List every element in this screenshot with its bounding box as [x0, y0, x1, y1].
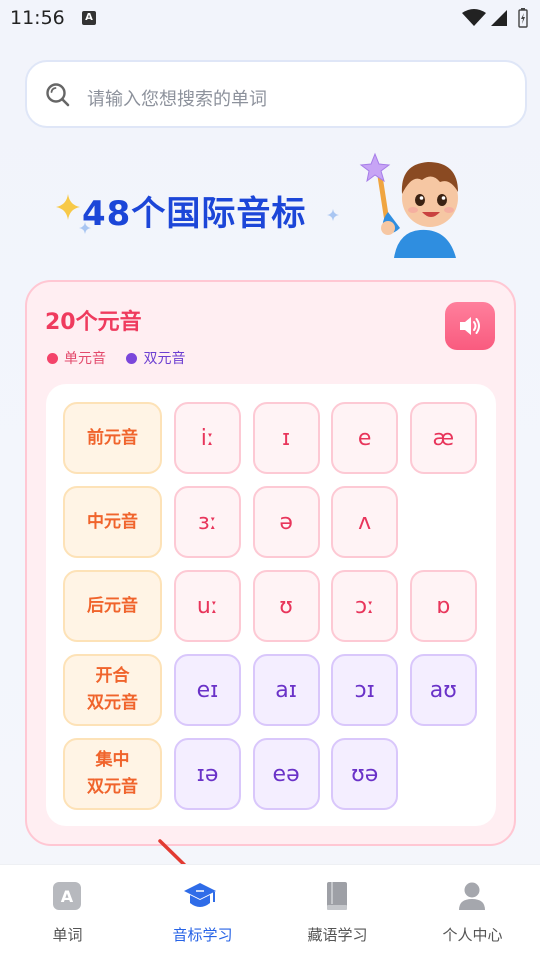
phonetic-symbol-button[interactable]: ɪ: [252, 402, 320, 474]
word-icon: A: [53, 882, 81, 910]
phonetic-symbol-button[interactable]: ɪə: [174, 738, 241, 810]
graduation-cap-icon: [184, 883, 216, 907]
phonetic-symbol-button[interactable]: e: [331, 402, 399, 474]
vowel-category-label: 集中 双元音: [63, 738, 162, 810]
speaker-button[interactable]: [445, 302, 495, 350]
phonetic-symbol-button[interactable]: ʌ: [331, 486, 399, 558]
book-icon: [327, 882, 347, 910]
legend-item-monophthong: 单元音: [47, 348, 106, 368]
vowel-category-text: 前元音: [87, 427, 138, 448]
speaker-icon: [460, 317, 480, 335]
legend: 单元音 双元音: [47, 348, 201, 368]
phonetic-symbol-button[interactable]: ɔɪ: [331, 654, 399, 726]
vowel-category-label: 后元音: [63, 570, 162, 642]
wifi-icon: [462, 9, 486, 26]
search-placeholder: 请输入您想搜索的单词: [87, 89, 267, 110]
vowel-category-label: 前元音: [63, 402, 162, 474]
vowel-category-text: 双元音: [87, 693, 138, 713]
legend-label: 双元音: [143, 351, 186, 367]
bottom-tab-bar: A 单词 音标学习 藏语学习 个人中心: [0, 864, 540, 960]
notification-icon: A: [82, 11, 96, 25]
tab-label: 个人中心: [442, 926, 503, 944]
legend-dot: [47, 352, 58, 364]
phonetic-symbol-button[interactable]: ɔː: [331, 570, 399, 642]
tab-label: 音标学习: [172, 926, 233, 944]
phonetic-symbol-button[interactable]: iː: [174, 402, 241, 474]
banner-title: 48个国际音标: [82, 194, 307, 234]
phonetic-symbol-button[interactable]: uː: [174, 570, 241, 642]
vowel-category-text: 集中: [95, 750, 130, 770]
card-title: 20个元音: [45, 310, 142, 335]
tab-label: 单词: [52, 926, 83, 944]
sparkle-icon: [327, 209, 339, 221]
status-bar: 11:56 A: [0, 0, 540, 38]
phonetic-symbol-button[interactable]: ʊə: [331, 738, 399, 810]
vowel-category-text: 后元音: [87, 595, 138, 616]
legend-label: 单元音: [64, 351, 106, 367]
tab-profile[interactable]: 个人中心: [405, 865, 540, 960]
vowel-category-text: 中元音: [87, 511, 138, 532]
tab-tibetan[interactable]: 藏语学习: [270, 865, 405, 960]
tab-phonetics[interactable]: 音标学习: [135, 865, 270, 960]
svg-text:A: A: [61, 887, 74, 906]
vowel-category-label: 中元音: [63, 486, 162, 558]
vowel-category-text: 双元音: [87, 777, 138, 797]
phonetic-symbol-button[interactable]: ɜː: [174, 486, 241, 558]
vowel-category-text: 开合: [95, 666, 130, 686]
legend-dot: [126, 352, 138, 364]
phonetic-symbol-button[interactable]: æ: [409, 402, 477, 474]
legend-item-diphthong: 双元音: [126, 348, 185, 368]
vowel-category-label: 开合 双元音: [63, 654, 162, 726]
phonetic-symbol-button[interactable]: eə: [252, 738, 320, 810]
tab-label: 藏语学习: [307, 926, 368, 944]
vowel-grid: 前元音 iː ɪ e æ 中元音 ɜː ə ʌ 后元音 uː ʊ ɔː ɒ 开合 双元音 eɪ aɪ ɔɪ aʊ 集中双…: [46, 384, 496, 826]
phonetic-symbol-button[interactable]: aʊ: [409, 654, 477, 726]
sparkle-icon: [56, 194, 80, 220]
vowel-card: 20个元音 单元音 双元音 前元音 iː ɪ e æ 中元音 ɜː ə ʌ 后元音 uː ʊ ɔː ɒ 开合…: [25, 280, 516, 846]
phonetic-symbol-button[interactable]: aɪ: [252, 654, 320, 726]
mascot-boy-illustration: [359, 152, 458, 258]
search-bar[interactable]: 请输入您想搜索的单词: [25, 60, 527, 128]
phonetic-symbol-button[interactable]: ə: [252, 486, 320, 558]
phonetic-symbol-button[interactable]: ʊ: [252, 570, 320, 642]
status-time: 11:56: [10, 7, 65, 29]
battery-icon: [518, 8, 528, 28]
search-icon: [46, 83, 70, 107]
signal-icon: [491, 10, 507, 26]
phonetic-symbol-button[interactable]: ɒ: [409, 570, 477, 642]
person-icon: [459, 882, 485, 910]
phonetic-symbol-button[interactable]: eɪ: [174, 654, 241, 726]
tab-word[interactable]: A 单词: [0, 865, 135, 960]
